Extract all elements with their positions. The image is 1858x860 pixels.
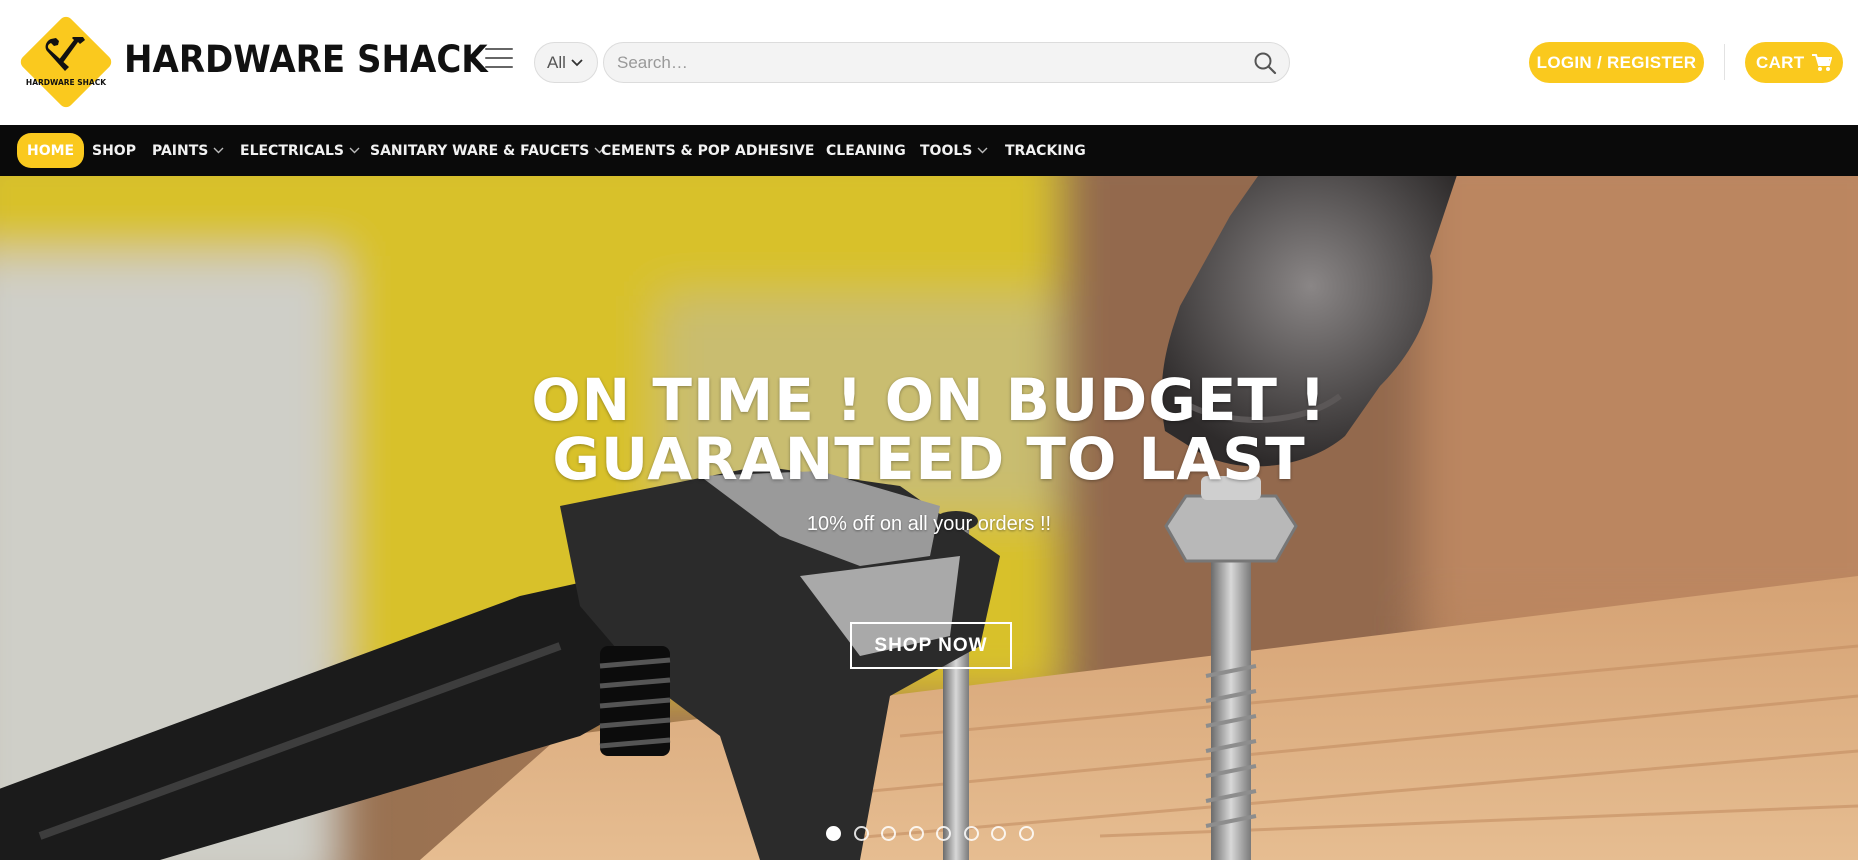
nav-item-label: CLEANING	[826, 142, 906, 159]
shop-now-button[interactable]: SHOP NOW	[850, 622, 1012, 669]
nav-item-adhesive[interactable]: ADHESIVE	[735, 137, 814, 164]
cart-button[interactable]: CART	[1745, 42, 1843, 83]
nav-item-label: PAINTS	[152, 142, 209, 159]
cart-icon	[1812, 53, 1833, 71]
nav-item-tracking[interactable]: TRACKING	[1005, 137, 1086, 164]
nav-item-paints[interactable]: PAINTS	[152, 137, 224, 164]
hero-subtitle: 10% off on all your orders !!	[806, 513, 1052, 535]
slider-pagination	[826, 826, 1046, 841]
hero-slider: ON TIME ! ON BUDGET ! GUARANTEED TO LAST…	[0, 176, 1858, 860]
nav-item-shop[interactable]: SHOP	[92, 137, 136, 164]
chevron-down-icon	[349, 147, 360, 154]
login-register-button[interactable]: LOGIN / REGISTER	[1529, 42, 1704, 83]
nav-item-cleaning[interactable]: CLEANING	[826, 137, 906, 164]
nav-item-label: ADHESIVE	[735, 142, 815, 159]
logo-icon[interactable]: HARDWARE SHACK	[18, 14, 114, 110]
search-icon[interactable]	[1253, 51, 1277, 75]
header-divider	[1724, 44, 1725, 80]
slider-dot-6[interactable]	[963, 826, 979, 841]
cart-label: CART	[1756, 52, 1805, 72]
brand-name[interactable]: HARDWARE SHACK	[124, 38, 488, 81]
nav-item-electricals[interactable]: ELECTRICALS	[240, 137, 360, 164]
slider-dot-2[interactable]	[853, 826, 869, 841]
hero-title-line2: GUARANTEED TO LAST	[552, 425, 1306, 493]
slider-dot-1[interactable]	[826, 826, 841, 841]
slider-dot-7[interactable]	[991, 826, 1006, 841]
chevron-down-icon	[571, 58, 583, 66]
hero-title-line1: ON TIME ! ON BUDGET !	[531, 366, 1327, 434]
site-header: HARDWARE SHACK HARDWARE SHACK All LOGIN …	[0, 0, 1858, 125]
nav-item-tools[interactable]: TOOLS	[920, 137, 988, 164]
logo-text: HARDWARE SHACK	[26, 78, 107, 87]
slider-dot-4[interactable]	[908, 826, 924, 841]
category-select-value: All	[547, 52, 566, 72]
main-navigation: HOME SHOP PAINTS ELECTRICALS SANITARY WA…	[0, 125, 1858, 176]
nav-item-label: SHOP	[92, 142, 136, 159]
nav-item-label: SANITARY WARE & FAUCETS	[370, 142, 590, 159]
slider-dot-3[interactable]	[881, 826, 896, 841]
slider-dot-5[interactable]	[936, 826, 951, 841]
chevron-down-icon	[213, 147, 224, 154]
nav-item-label: ELECTRICALS	[240, 142, 344, 159]
nav-item-label: TRACKING	[1005, 142, 1086, 159]
chevron-down-icon	[977, 147, 988, 154]
nav-item-label: TOOLS	[920, 142, 973, 159]
hamburger-menu-icon[interactable]	[485, 48, 513, 70]
nav-item-label: CEMENTS & POP	[601, 142, 731, 159]
category-select[interactable]: All	[534, 42, 598, 83]
nav-item-sanitary-ware[interactable]: SANITARY WARE & FAUCETS	[370, 137, 605, 164]
search-input[interactable]	[604, 44, 1224, 81]
hero-title: ON TIME ! ON BUDGET ! GUARANTEED TO LAST	[0, 371, 1858, 489]
nav-item-home[interactable]: HOME	[17, 133, 85, 168]
search-bar	[603, 42, 1290, 83]
slider-dot-8[interactable]	[1018, 826, 1034, 841]
nav-item-cements-pop[interactable]: CEMENTS & POP	[601, 137, 730, 164]
nav-item-label: HOME	[27, 142, 75, 159]
